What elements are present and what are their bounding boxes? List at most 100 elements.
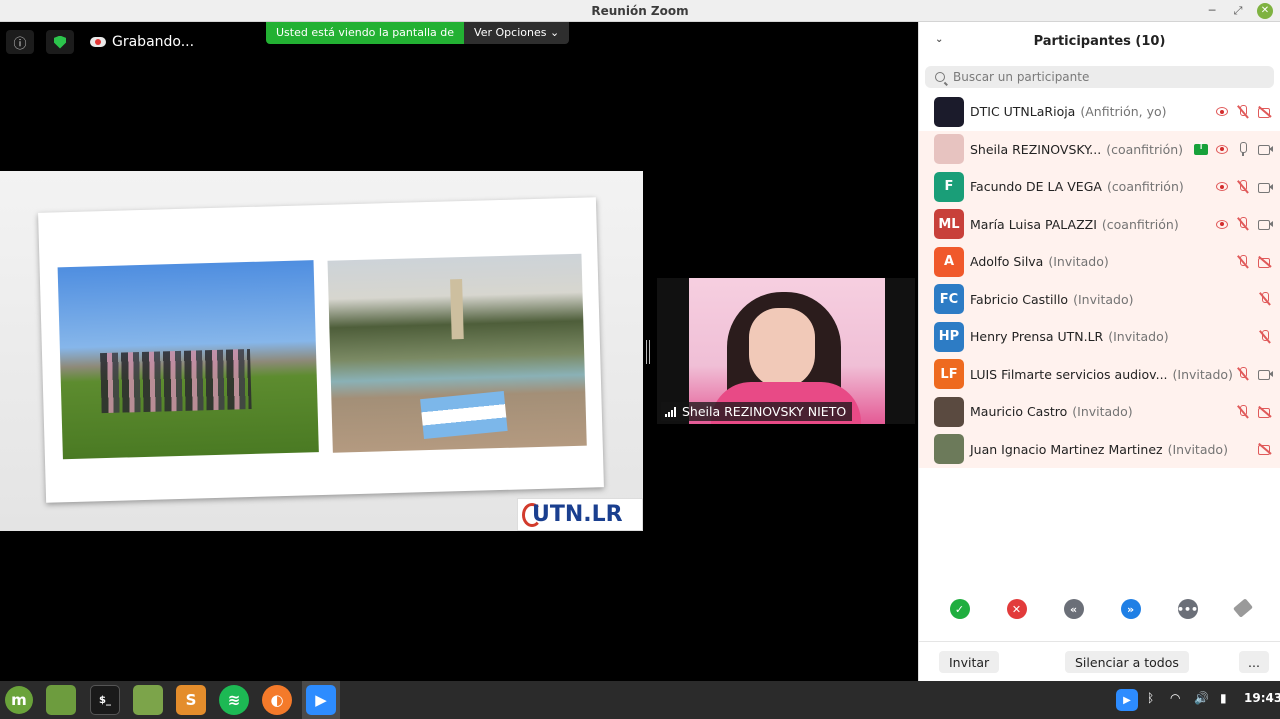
participants-panel: ⌄ Participantes (10) Buscar un participa… xyxy=(918,22,1280,681)
mic-muted-icon xyxy=(1236,404,1250,419)
zoom-tray-icon[interactable]: ▶ xyxy=(1116,689,1138,711)
clear-all-icon[interactable] xyxy=(1232,598,1253,618)
bluetooth-icon[interactable]: ᛒ xyxy=(1147,691,1154,705)
participants-header: ⌄ Participantes (10) xyxy=(919,22,1280,60)
video-icon xyxy=(1258,217,1273,231)
avatar xyxy=(934,396,964,427)
participant-name: DTIC UTNLaRioja xyxy=(970,104,1076,120)
group-photo-lawn xyxy=(57,260,319,460)
mint-menu-icon[interactable]: m xyxy=(5,686,33,714)
more-icon[interactable]: ••• xyxy=(1177,599,1198,619)
recording-label: Grabando... xyxy=(112,34,195,50)
maximize-button[interactable]: ⤢ xyxy=(1230,3,1246,19)
slower-icon[interactable]: « xyxy=(1063,599,1084,619)
utn-logo-text: UTN.LR xyxy=(532,502,623,527)
participant-role: (Invitado) xyxy=(1073,291,1134,307)
tower-shape xyxy=(450,279,464,340)
participant-name: Henry Prensa UTN.LR xyxy=(970,329,1104,345)
cloud-recording-icon xyxy=(90,37,106,47)
participant-status-icons xyxy=(1258,281,1272,319)
recording-indicator[interactable]: Grabando... xyxy=(86,34,194,50)
meeting-info-toolbar: ⓘ Grabando... xyxy=(6,30,194,54)
mute-all-button[interactable]: Silenciar a todos xyxy=(1065,651,1189,673)
share-banner: Usted está viendo la pantalla de Ver Opc… xyxy=(266,22,570,44)
group-people xyxy=(100,348,252,414)
participant-name: Juan Ignacio Martinez Martinez xyxy=(970,441,1163,457)
clock[interactable]: 19:43 xyxy=(1244,691,1280,705)
participant-row[interactable]: LF LUIS Filmarte servicios audiov... (Invi… xyxy=(919,355,1280,393)
shared-screen[interactable]: UTN.LR xyxy=(0,171,643,531)
x-icon[interactable]: ✕ xyxy=(1006,599,1027,619)
files-icon[interactable] xyxy=(133,685,163,715)
participant-row[interactable]: Juan Ignacio Martinez Martinez (Invitado) xyxy=(919,430,1280,469)
participant-name: María Luisa PALAZZI xyxy=(970,216,1097,232)
participant-row[interactable]: ML María Luisa PALAZZI (coanfitrión) xyxy=(919,205,1280,243)
participant-role: (coanfitrión) xyxy=(1106,179,1184,195)
participant-row[interactable]: DTIC UTNLaRioja (Anfitrión, yo) xyxy=(919,93,1280,131)
collapse-chevron-icon[interactable]: ⌄ xyxy=(935,34,943,45)
video-off-icon xyxy=(1258,405,1272,419)
avatar: HP xyxy=(934,321,964,352)
zoom-icon[interactable]: ▶ xyxy=(306,685,336,715)
participant-row[interactable]: Sheila REZINOVSKY... (coanfitrión) xyxy=(919,130,1280,169)
video-tile[interactable]: Sheila REZINOVSKY NIETO xyxy=(657,278,915,424)
search-placeholder: Buscar un participante xyxy=(953,70,1090,84)
mic-muted-icon xyxy=(1258,292,1272,306)
info-icon[interactable]: ⓘ xyxy=(6,30,34,54)
taskbar: m $_ S ≋ ◐ ▶ ▶ ᛒ ◠ 🔊 ▮ 19:43 xyxy=(0,681,1280,719)
participant-role: (Invitado) xyxy=(1167,441,1228,457)
participant-row[interactable]: Mauricio Castro (Invitado) xyxy=(919,393,1280,431)
video-off-icon xyxy=(1258,105,1272,119)
mic-muted-icon xyxy=(1236,179,1250,194)
participant-name: Mauricio Castro xyxy=(970,404,1068,420)
mic-muted-icon xyxy=(1236,217,1250,231)
participants-title: Participantes (10) xyxy=(1033,33,1166,49)
participant-row[interactable]: A Adolfo Silva (Invitado) xyxy=(919,243,1280,281)
participant-row[interactable]: F Facundo DE LA VEGA (coanfitrión) xyxy=(919,168,1280,206)
avatar: FC xyxy=(934,284,964,315)
participant-status-icons xyxy=(1194,131,1273,169)
minimize-button[interactable]: ─ xyxy=(1204,3,1220,19)
mic-muted-icon xyxy=(1236,367,1250,381)
chevron-down-icon: ⌄ xyxy=(549,26,560,39)
video-icon xyxy=(1258,142,1273,156)
utn-logo: UTN.LR xyxy=(517,498,643,531)
participant-status-icons xyxy=(1258,431,1272,469)
invite-button[interactable]: Invitar xyxy=(939,651,1000,673)
view-options-button[interactable]: Ver Opciones ⌄ xyxy=(464,22,570,44)
volume-icon[interactable]: 🔊 xyxy=(1194,691,1209,705)
window-title: Reunión Zoom xyxy=(591,4,689,18)
argentina-flag xyxy=(420,391,508,440)
video-off-icon xyxy=(1258,255,1272,269)
viewing-screen-text: Usted está viendo la pantalla de xyxy=(266,22,465,44)
battery-icon[interactable]: ▮ xyxy=(1220,691,1227,705)
mic-muted-icon xyxy=(1236,254,1250,269)
participant-status-icons xyxy=(1258,318,1272,356)
sublime-icon[interactable]: S xyxy=(176,685,206,715)
participant-row[interactable]: HP Henry Prensa UTN.LR (Invitado) xyxy=(919,318,1280,356)
participant-role: (Invitado) xyxy=(1048,254,1109,270)
recording-icon xyxy=(1216,219,1228,229)
participant-status-icons xyxy=(1216,93,1272,131)
terminal-icon[interactable]: $_ xyxy=(90,685,120,715)
split-handle[interactable] xyxy=(646,340,650,364)
participant-search-input[interactable]: Buscar un participante xyxy=(925,66,1274,88)
participant-role: (Invitado) xyxy=(1172,366,1233,382)
participant-role: (Anfitrión, yo) xyxy=(1080,104,1167,120)
participant-role: (Invitado) xyxy=(1108,329,1169,345)
firefox-icon[interactable]: ◐ xyxy=(262,685,292,715)
participant-row[interactable]: FC Fabricio Castillo (Invitado) xyxy=(919,280,1280,319)
spotify-icon[interactable]: ≋ xyxy=(219,685,249,715)
video-icon xyxy=(1258,180,1273,194)
encryption-shield-icon[interactable] xyxy=(46,30,74,54)
more-options-button[interactable]: ... xyxy=(1239,651,1269,673)
participant-role: (coanfitrión) xyxy=(1106,141,1184,157)
close-window-button[interactable]: ✕ xyxy=(1257,3,1273,19)
wifi-icon[interactable]: ◠ xyxy=(1170,691,1180,705)
faster-icon[interactable]: » xyxy=(1120,599,1141,619)
video-participant-name: Sheila REZINOVSKY NIETO xyxy=(682,404,847,419)
check-icon[interactable]: ✓ xyxy=(949,599,970,619)
meeting-video-area: ⓘ Grabando... UTN.LR Sheila REZINOVSKY N… xyxy=(0,22,918,681)
search-icon xyxy=(935,72,945,82)
desktop-icon[interactable] xyxy=(46,685,76,715)
